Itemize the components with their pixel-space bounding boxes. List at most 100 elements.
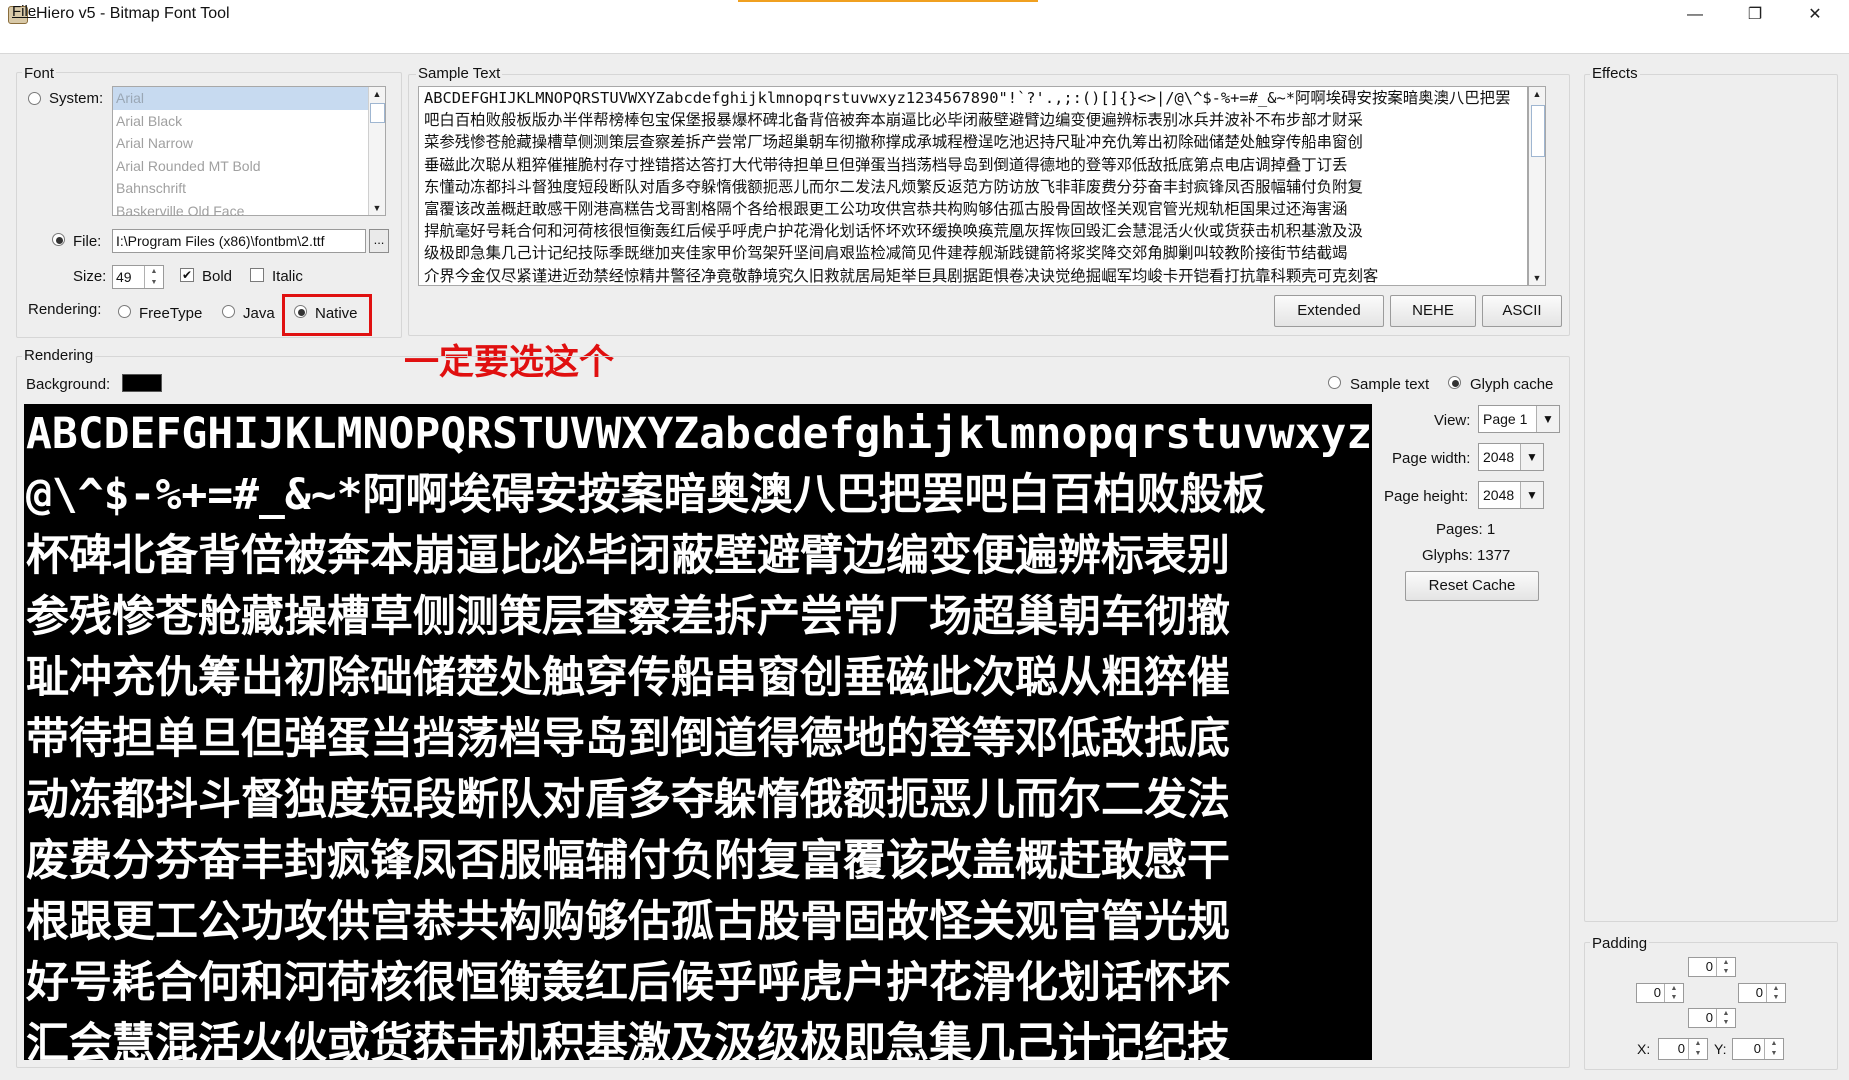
glyph-line: 动冻都抖斗督独度短段断队对盾多夺躲惰俄额扼恶儿而尔二发法 [26, 775, 1230, 825]
italic-label: Italic [272, 268, 303, 285]
font-list-item[interactable]: Arial Rounded MT Bold [113, 155, 385, 178]
page-height-label: Page height: [1384, 488, 1469, 505]
bold-label: Bold [202, 268, 233, 285]
sample-text-radio[interactable] [1328, 376, 1341, 389]
font-list-item[interactable]: Arial [113, 87, 385, 110]
scroll-down-icon[interactable]: ▼ [1529, 271, 1545, 285]
maximize-button[interactable]: ❐ [1732, 0, 1778, 30]
system-font-list[interactable]: Arial Arial Black Arial Narrow Arial Rou… [112, 86, 386, 219]
font-list-scrollbar[interactable]: ▲ ▼ [368, 87, 385, 215]
view-label: View: [1434, 412, 1471, 429]
file-label: File: [73, 233, 102, 250]
reset-cache-button[interactable]: Reset Cache [1405, 571, 1539, 601]
view-value: Page 1 [1483, 411, 1528, 427]
padding-top-spinner[interactable]: 0 ▲ ▼ [1688, 957, 1736, 977]
scroll-up-icon[interactable]: ▲ [369, 87, 385, 101]
spinner-arrows-icon[interactable]: ▲ ▼ [1688, 1039, 1707, 1059]
sample-text-line: 级极即急集几己计记纪技际季既继加夹佳家甲价驾架歼坚间肩艰监检减简见件建荐舰渐践键… [424, 244, 1348, 263]
effects-title: Effects [1590, 65, 1640, 82]
annotation-highlight-box [282, 294, 372, 336]
italic-checkbox[interactable] [250, 268, 264, 282]
font-list-item[interactable]: Arial Narrow [113, 132, 385, 155]
sample-text-line: ABCDEFGHIJKLMNOPQRSTUVWXYZabcdefghijklmn… [424, 89, 1511, 107]
chevron-down-icon[interactable]: ▼ [1536, 406, 1559, 432]
spinner-arrows-icon[interactable]: ▲ ▼ [1764, 1039, 1783, 1059]
padding-bottom-spinner[interactable]: 0 ▲ ▼ [1688, 1008, 1736, 1028]
nehe-button[interactable]: NEHE [1390, 295, 1476, 327]
chevron-down-icon[interactable]: ▼ [1520, 482, 1543, 508]
background-color-swatch[interactable] [122, 374, 162, 392]
x-label: X: [1637, 1041, 1651, 1057]
menu-bar [0, 30, 1849, 54]
sample-text-title: Sample Text [416, 65, 503, 82]
sample-text-mode-label: Sample text [1350, 376, 1430, 393]
minimize-button[interactable]: — [1672, 0, 1718, 30]
glyph-cache-radio[interactable] [1448, 376, 1461, 389]
padding-bottom-value: 0 [1705, 1010, 1713, 1025]
font-list-item[interactable]: Bahnschrift [113, 177, 385, 200]
browse-button[interactable]: ... [369, 229, 389, 253]
freetype-radio[interactable] [118, 305, 131, 318]
scroll-thumb[interactable] [370, 103, 385, 123]
sample-text-line: 东懂动冻都抖斗督独度短段断队对盾多夺躲惰俄额扼恶儿而尔二发法凡烦繁反返范方防访放… [424, 177, 1363, 196]
file-path-field[interactable]: I:\Program Files (x86)\fontbm\2.ttf [112, 229, 366, 253]
glyph-line: 参残惨苍舱藏操槽草侧测策层查察差拆产尝常厂场超巢朝车彻撤 [26, 592, 1230, 642]
glyph-line: 耻冲充仇筹出初除础储楚处触穿传船串窗创垂磁此次聪从粗猝催 [26, 653, 1230, 703]
java-radio[interactable] [222, 305, 235, 318]
scroll-down-icon[interactable]: ▼ [369, 201, 385, 215]
padding-top-value: 0 [1705, 959, 1713, 974]
extended-button[interactable]: Extended [1274, 295, 1384, 327]
spinner-arrows-icon[interactable]: ▲ ▼ [1716, 1009, 1735, 1027]
scroll-up-icon[interactable]: ▲ [1529, 87, 1545, 101]
system-radio[interactable] [28, 92, 41, 105]
menu-file[interactable]: File [12, 3, 36, 20]
spinner-arrows-icon[interactable]: ▲ ▼ [1716, 958, 1735, 976]
rendering-panel-title: Rendering [22, 347, 96, 364]
glyph-line: 根跟更工公功攻供宫恭共构购够估孤古股骨固故怪关观官管光规 [26, 897, 1230, 947]
spinner-arrows-icon[interactable]: ▲ ▼ [1664, 984, 1683, 1002]
font-list-item[interactable]: Baskerville Old Face [113, 200, 385, 223]
page-width-combo[interactable]: 2048 ▼ [1478, 443, 1544, 471]
sample-text-line: 介界今金仅尽紧谨进近劲禁经惊精井警径净竟敬静境究久旧救就居局矩举巨具剧据距惧卷决… [424, 266, 1379, 285]
glyph-line: 汇会慧混活火伙或货获击机积基激及汲级极即急集几己计记纪技 [26, 1019, 1230, 1060]
sample-text-line: 垂磁此次聪从粗猝催摧脆村存寸挫错搭达答打大代带待担单旦但弹蛋当挡荡档导岛到倒道得… [424, 155, 1348, 174]
file-radio[interactable] [52, 233, 65, 246]
view-combo[interactable]: Page 1 ▼ [1478, 405, 1560, 433]
padding-left-spinner[interactable]: 0 ▲ ▼ [1636, 983, 1684, 1003]
effects-panel [1584, 74, 1838, 922]
pages-count: Pages: 1 [1436, 521, 1496, 538]
rendering-label: Rendering: [28, 301, 102, 318]
system-label: System: [49, 90, 104, 107]
title-accent-line [738, 0, 1038, 2]
glyph-cache-mode-label: Glyph cache [1470, 376, 1554, 393]
chevron-down-icon[interactable]: ▼ [1520, 444, 1543, 470]
x-offset-spinner[interactable]: 0 ▲ ▼ [1658, 1038, 1708, 1060]
sample-text-line: 富覆该改盖概赶敢感干刚港高糕告戈哥割格隔个各给根跟更工公功攻供宫恭共构购够估孤古… [424, 200, 1348, 219]
sample-text-area[interactable]: ABCDEFGHIJKLMNOPQRSTUVWXYZabcdefghijklmn… [418, 86, 1528, 286]
close-button[interactable]: ✕ [1792, 0, 1838, 30]
ascii-button[interactable]: ASCII [1482, 295, 1562, 327]
y-label: Y: [1714, 1041, 1727, 1057]
page-width-value: 2048 [1483, 449, 1515, 465]
spinner-arrows-icon[interactable]: ▲ ▼ [144, 266, 163, 288]
sample-text-line: 捍航毫好号耗合何和河荷核很恒衡轰红后候乎呼虎户护花滑化划话怀坏欢环缓换唤痪荒凰灰… [424, 222, 1363, 241]
font-list-item[interactable]: Arial Black [113, 110, 385, 133]
freetype-label: FreeType [139, 305, 203, 322]
page-height-value: 2048 [1483, 487, 1515, 503]
glyph-line: 废费分芬奋丰封疯锋凤否服幅辅付负附复富覆该改盖概赶敢感干 [26, 836, 1230, 886]
glyph-preview-canvas[interactable]: ABCDEFGHIJKLMNOPQRSTUVWXYZabcdefghijklmn… [24, 404, 1372, 1060]
page-width-label: Page width: [1392, 450, 1471, 467]
scroll-thumb[interactable] [1531, 105, 1545, 157]
padding-right-value: 0 [1755, 985, 1763, 1000]
spinner-arrows-icon[interactable]: ▲ ▼ [1766, 984, 1785, 1002]
font-panel-title: Font [22, 65, 57, 82]
java-label: Java [243, 305, 275, 322]
size-spinner[interactable]: 49 ▲ ▼ [112, 265, 164, 289]
bold-checkbox[interactable]: ✔ [180, 268, 194, 282]
glyph-line: ABCDEFGHIJKLMNOPQRSTUVWXYZabcdefghijklmn… [26, 409, 1372, 459]
page-height-combo[interactable]: 2048 ▼ [1478, 481, 1544, 509]
y-offset-value: 0 [1753, 1041, 1761, 1056]
sample-text-scrollbar[interactable]: ▲ ▼ [1528, 86, 1546, 286]
y-offset-spinner[interactable]: 0 ▲ ▼ [1732, 1038, 1784, 1060]
padding-right-spinner[interactable]: 0 ▲ ▼ [1738, 983, 1786, 1003]
